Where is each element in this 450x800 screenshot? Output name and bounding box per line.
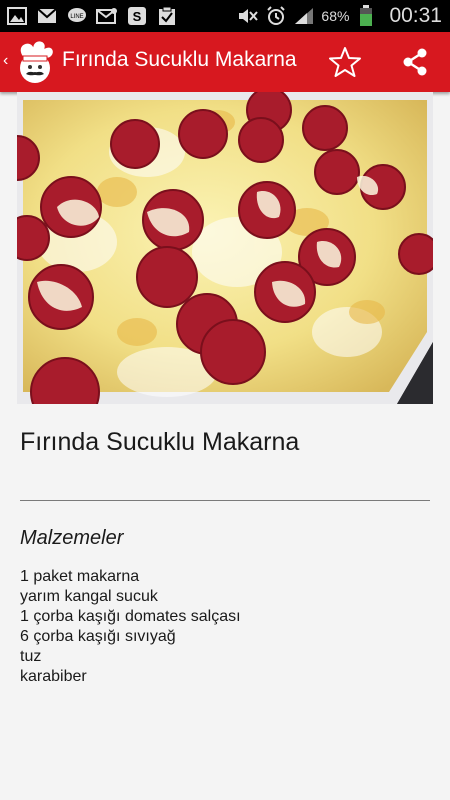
recipe-photo	[17, 92, 433, 404]
notification-icons: LINE S	[6, 4, 178, 28]
action-bar-title: Fırında Sucuklu Makarna	[62, 48, 297, 71]
battery-icon	[355, 5, 377, 26]
baked-pasta-photo	[17, 92, 433, 404]
gallery-icon	[6, 6, 28, 26]
share-button[interactable]	[393, 40, 437, 84]
clock: 00:31	[389, 4, 442, 27]
email-icon	[96, 6, 118, 26]
chef-hat-logo-icon[interactable]	[13, 38, 57, 86]
line-icon: LINE	[66, 6, 88, 26]
svg-text:LINE: LINE	[70, 14, 83, 20]
battery-percent: 68%	[321, 8, 350, 24]
alarm-icon	[265, 6, 287, 26]
star-outline-icon	[329, 47, 361, 77]
ingredient-item: 6 çorba kaşığı sıvıyağ	[20, 628, 176, 645]
status-bar: LINE S 68% 00:31	[0, 0, 450, 32]
recipe-title: Fırında Sucuklu Makarna	[20, 428, 300, 456]
ingredients-heading: Malzemeler	[20, 527, 124, 549]
ingredient-item: yarım kangal sucuk	[20, 588, 158, 605]
divider	[20, 500, 430, 501]
ingredient-item: karabiber	[20, 668, 87, 685]
system-status-icons: 68% 00:31	[237, 4, 442, 28]
signal-icon	[293, 6, 315, 26]
ingredient-item: tuz	[20, 648, 42, 665]
ingredient-item: 1 paket makarna	[20, 568, 140, 585]
mute-icon	[237, 6, 259, 26]
share-icon	[403, 48, 427, 76]
ingredients-list: 1 paket makarna yarım kangal sucuk 1 çor…	[20, 567, 241, 687]
skype-icon: S	[126, 6, 148, 26]
action-bar: ‹ Fırında Sucuklu Makarna	[0, 32, 450, 92]
svg-text:S: S	[133, 9, 142, 24]
ingredient-item: 1 çorba kaşığı domates salçası	[20, 608, 241, 625]
up-navigation-caret-icon[interactable]: ‹	[3, 52, 8, 70]
clipboard-check-icon	[156, 6, 178, 26]
favorite-button[interactable]	[323, 40, 367, 84]
gmail-icon	[36, 6, 58, 26]
